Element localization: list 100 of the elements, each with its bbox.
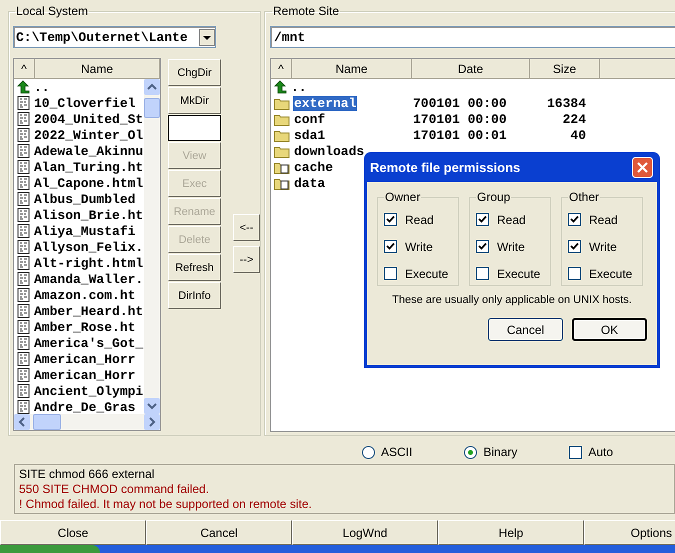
up-arrow-icon [274, 80, 287, 94]
file-name[interactable]: downloads [293, 144, 366, 158]
dialog-button[interactable]: Cancel [488, 318, 563, 341]
file-name[interactable]: Al_Capone.html [34, 176, 144, 190]
side-button[interactable]: Refresh [168, 254, 221, 281]
scroll-thumb[interactable] [33, 414, 61, 430]
toolbar-button[interactable]: Help [438, 520, 584, 545]
column-header[interactable]: Name [292, 59, 412, 78]
checkbox[interactable] [569, 446, 582, 458]
checkbox-label: Read [405, 212, 434, 226]
transfer-button[interactable]: --> [233, 246, 260, 273]
file-icon [17, 128, 30, 142]
file-icon [17, 96, 30, 110]
file-name[interactable]: Alan_Turing.ht [34, 160, 144, 174]
file-icon [17, 272, 30, 286]
note-text: These are usually only applicable on UNIX hosts. [391, 294, 633, 306]
path-dropdown[interactable]: C:\Temp\Outernet\Lante [13, 26, 216, 48]
scroll-thumb[interactable] [144, 98, 160, 118]
input-field[interactable] [168, 115, 221, 141]
transfer-button[interactable]: <-- [233, 214, 260, 241]
file-name[interactable]: Amber_Heard.ht [34, 304, 144, 318]
file-name[interactable]: Allyson_Felix. [34, 240, 144, 254]
file-name[interactable]: 2004_United_St [34, 112, 144, 126]
file-name[interactable]: Ancient_Olympi [34, 384, 144, 398]
scroll-left-icon[interactable] [14, 414, 30, 430]
scroll-up-icon[interactable] [144, 79, 160, 95]
file-size: 224 [562, 112, 586, 126]
file-name[interactable]: America's_Got_ [34, 336, 144, 350]
file-name[interactable]: 10_Cloverfiel [34, 96, 136, 110]
up-arrow-icon [17, 80, 30, 94]
scroll-right-icon[interactable] [144, 414, 160, 430]
file-icon [17, 240, 30, 254]
group-title: Local System [15, 4, 90, 18]
checkbox[interactable] [476, 240, 489, 253]
folder-icon [274, 112, 290, 126]
close-icon[interactable] [632, 156, 653, 178]
scrollbar[interactable] [14, 414, 160, 430]
file-name[interactable]: Amber_Rose.ht [34, 320, 136, 334]
sort-header[interactable]: ^ [271, 59, 292, 78]
folder-icon [274, 96, 290, 110]
file-name[interactable]: Alison_Brie.ht [34, 208, 144, 222]
file-icon [17, 384, 30, 398]
dialog-button[interactable]: OK [572, 318, 647, 341]
file-name[interactable]: sda1 [293, 128, 326, 142]
checkbox-label: Write [497, 240, 525, 254]
file-name[interactable]: Alt-right.html [34, 256, 144, 270]
side-button[interactable]: DirInfo [168, 282, 221, 309]
side-button[interactable]: MkDir [168, 87, 221, 114]
checkbox[interactable] [476, 267, 489, 280]
column-header[interactable]: Date [412, 59, 530, 78]
toolbar-button[interactable]: Options [584, 520, 675, 545]
file-icon [17, 256, 30, 270]
file-name[interactable]: .. [34, 80, 50, 94]
checkbox[interactable] [384, 240, 397, 253]
scrollbar[interactable] [144, 79, 160, 414]
checkbox[interactable] [568, 240, 581, 253]
file-name[interactable]: American_Horr [34, 368, 136, 382]
toolbar-button[interactable]: Cancel [146, 520, 292, 545]
log-line: 550 SITE CHMOD command failed. [19, 482, 210, 497]
checkbox-label: Execute [589, 266, 632, 280]
file-name[interactable]: Amazon.com.ht [34, 288, 136, 302]
file-date: 170101 00:00 [413, 112, 508, 126]
file-name[interactable]: external [293, 96, 358, 110]
file-name[interactable]: conf [293, 112, 326, 126]
checkbox[interactable] [384, 213, 397, 226]
column-header[interactable]: Size [530, 59, 600, 78]
file-name[interactable]: data [293, 176, 326, 190]
scroll-down-icon[interactable] [144, 398, 160, 414]
file-link-icon [274, 176, 290, 190]
radio-button[interactable] [362, 446, 375, 458]
log-line: ! Chmod failed. It may not be supported on remote site. [19, 497, 313, 512]
file-name[interactable]: .. [290, 80, 308, 94]
file-name[interactable]: American_Horr [34, 352, 136, 366]
file-name[interactable]: 2022_Winter_Ol [34, 128, 144, 142]
column-header[interactable]: Name [35, 59, 160, 78]
file-icon [17, 176, 30, 190]
start-button[interactable] [0, 545, 100, 553]
radio-button[interactable] [464, 446, 478, 458]
path-field[interactable]: /mnt [270, 26, 675, 48]
file-name[interactable]: cache [293, 160, 334, 174]
toolbar-button[interactable]: LogWnd [292, 520, 438, 545]
side-button[interactable]: ChgDir [168, 59, 221, 86]
file-icon [17, 320, 30, 334]
file-icon [17, 192, 30, 206]
folder-icon [274, 128, 290, 142]
file-name[interactable]: Amanda_Waller. [34, 272, 144, 286]
toolbar-button[interactable]: Close [0, 520, 146, 545]
checkbox[interactable] [568, 213, 581, 226]
checkbox[interactable] [568, 267, 581, 280]
checkbox[interactable] [384, 267, 397, 280]
file-name[interactable]: Andre_De_Gras [34, 400, 136, 414]
checkbox-label: Execute [497, 266, 540, 280]
checkbox-label: Read [589, 212, 618, 226]
folder-icon [274, 144, 290, 158]
file-name[interactable]: Albus_Dumbled [34, 192, 136, 206]
file-name[interactable]: Adewale_Akinnu [34, 144, 144, 158]
file-name[interactable]: Aliya_Mustafi [34, 224, 136, 238]
checkbox[interactable] [476, 213, 489, 226]
file-icon [17, 352, 30, 366]
sort-header[interactable]: ^ [14, 59, 35, 78]
